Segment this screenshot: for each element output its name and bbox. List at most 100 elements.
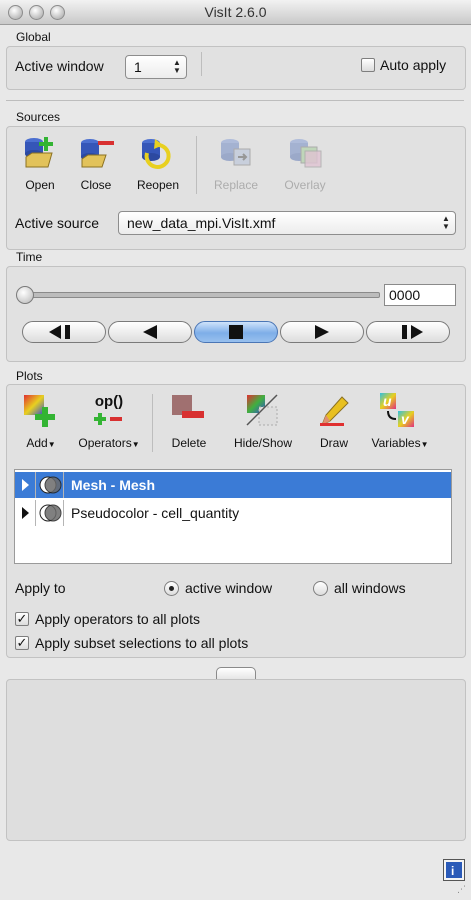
window-title: VisIt 2.6.0 — [204, 4, 267, 20]
auto-apply-checkbox[interactable] — [361, 58, 375, 72]
play-reverse-icon — [143, 325, 157, 339]
active-window-value: 1 — [134, 59, 142, 75]
expand-toggle[interactable] — [15, 500, 36, 526]
plot-visibility-toggle[interactable] — [37, 500, 64, 526]
close-source-icon — [81, 139, 114, 168]
plot-list-item[interactable]: Pseudocolor - cell_quantity — [15, 500, 451, 526]
time-slider-track[interactable] — [20, 292, 380, 298]
expand-toggle[interactable] — [15, 472, 36, 498]
step-back-icon — [49, 325, 70, 339]
plot-list-item[interactable]: Mesh - Mesh — [15, 472, 451, 498]
stop-icon — [229, 325, 243, 339]
active-window-radio[interactable] — [164, 581, 179, 596]
time-group-label: Time — [16, 250, 43, 264]
active-source-label: Active source — [15, 215, 100, 231]
time-state-value: 0000 — [389, 287, 421, 303]
delete-plot-button[interactable]: Delete — [164, 393, 214, 455]
active-window-label: Active window — [15, 58, 104, 74]
stop-button[interactable] — [194, 321, 278, 343]
replace-icon — [221, 139, 251, 166]
plot-list[interactable]: Mesh - Mesh Pseudocolor - cell_quantity — [14, 469, 452, 564]
step-forward-button[interactable] — [366, 321, 450, 343]
operators-label: Operators▼ — [78, 436, 140, 450]
variables-icon: u v — [380, 393, 414, 427]
apply-to-label: Apply to — [15, 580, 66, 596]
operators-icon: op() — [94, 393, 124, 410]
step-back-button[interactable] — [22, 321, 106, 343]
svg-text:u: u — [383, 393, 392, 409]
variables-label: Variables▼ — [371, 436, 429, 450]
visibility-icon — [39, 476, 62, 494]
overlay-label: Overlay — [284, 178, 326, 192]
apply-subset-label: Apply subset selections to all plots — [35, 635, 249, 651]
hide-show-button[interactable]: Hide/Show — [227, 393, 299, 455]
time-state-field[interactable]: 0000 — [384, 284, 456, 306]
plot-list-item-label: Pseudocolor - cell_quantity — [71, 505, 240, 521]
open-button[interactable]: Open — [18, 135, 62, 197]
active-source-combo[interactable]: new_data_mpi.VisIt.xmf ▲ ▼ — [118, 211, 456, 235]
draw-button[interactable]: Draw — [310, 393, 358, 455]
svg-text:i: i — [451, 864, 454, 878]
delete-plot-label: Delete — [171, 436, 207, 450]
open-label: Open — [25, 178, 55, 192]
auto-apply-label: Auto apply — [380, 57, 447, 73]
reopen-button[interactable]: Reopen — [133, 135, 183, 197]
plots-group-label: Plots — [16, 369, 43, 383]
hide-show-icon — [246, 394, 278, 426]
plot-list-item-label: Mesh - Mesh — [71, 477, 156, 493]
toolbar-divider — [152, 394, 153, 452]
replace-button[interactable]: Replace — [208, 135, 264, 197]
time-group — [6, 266, 466, 362]
info-icon: i — [446, 862, 462, 878]
active-source-value: new_data_mpi.VisIt.xmf — [127, 215, 276, 231]
plot-visibility-toggle[interactable] — [37, 472, 64, 498]
menu-arrow-icon: ▼ — [47, 440, 56, 449]
divider — [201, 52, 202, 76]
play-reverse-button[interactable] — [108, 321, 192, 343]
title-bar: VisIt 2.6.0 — [0, 0, 471, 25]
open-icon — [25, 137, 53, 168]
plus-minus-icon — [94, 413, 122, 425]
menu-arrow-icon: ▼ — [131, 440, 140, 449]
toolbar-divider — [196, 136, 197, 194]
apply-operators-label: Apply operators to all plots — [35, 611, 200, 627]
replace-label: Replace — [213, 178, 259, 192]
section-divider — [6, 100, 464, 101]
sources-group-label: Sources — [16, 110, 61, 124]
time-slider-thumb[interactable] — [16, 286, 34, 304]
close-source-label: Close — [80, 178, 112, 192]
overlay-icon — [290, 139, 322, 168]
step-forward-icon — [402, 325, 423, 339]
all-windows-radio[interactable] — [313, 581, 328, 596]
reopen-icon — [142, 139, 171, 169]
draw-icon — [320, 396, 349, 427]
expand-arrow-icon — [22, 507, 29, 519]
reopen-label: Reopen — [136, 178, 180, 192]
operators-button[interactable]: op() Operators▼ — [74, 393, 144, 455]
lower-panel — [6, 679, 466, 841]
active-window-radio-label: active window — [185, 580, 273, 596]
active-window-combo[interactable]: 1 ▲ ▼ — [125, 55, 187, 79]
svg-text:v: v — [401, 411, 410, 427]
spin-arrows-icon: ▲ ▼ — [442, 214, 450, 231]
delete-icon — [172, 395, 204, 418]
apply-subset-checkbox[interactable]: ✓ — [15, 636, 29, 650]
resize-grip-icon[interactable]: ⋰ — [450, 884, 466, 894]
visibility-icon — [39, 504, 62, 522]
play-button[interactable] — [280, 321, 364, 343]
expand-arrow-icon — [22, 479, 29, 491]
global-group-label: Global — [16, 30, 51, 44]
menu-arrow-icon: ▼ — [420, 440, 429, 449]
close-source-button[interactable]: Close — [74, 135, 118, 197]
overlay-button[interactable]: Overlay — [277, 135, 333, 197]
draw-label: Draw — [319, 436, 348, 450]
add-plot-label: Add▼ — [26, 436, 56, 450]
add-plot-button[interactable]: Add▼ — [16, 393, 66, 455]
apply-operators-checkbox[interactable]: ✓ — [15, 612, 29, 626]
add-plot-icon — [24, 395, 55, 427]
info-button[interactable]: i — [443, 859, 465, 881]
all-windows-radio-label: all windows — [334, 580, 406, 596]
variables-button[interactable]: u v Variables▼ — [368, 393, 432, 455]
hide-show-label: Hide/Show — [233, 436, 293, 450]
spin-arrows-icon: ▲ ▼ — [173, 58, 181, 75]
